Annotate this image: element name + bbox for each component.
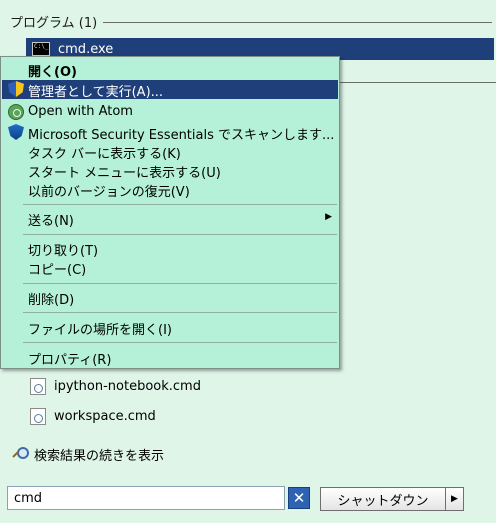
start-menu-panel: プログラム (1) cmd.exe ipython-notebook.cmd w…	[0, 0, 496, 523]
menu-item-pin-to-start-menu[interactable]: スタート メニューに表示する(U)	[2, 161, 338, 181]
file-result-ipython-notebook[interactable]: ipython-notebook.cmd	[30, 376, 201, 396]
menu-item-label: スタート メニューに表示する(U)	[28, 166, 221, 181]
menu-item-label: 送る(N)	[28, 214, 74, 229]
search-icon	[12, 446, 29, 462]
menu-item-label: 開く(O)	[28, 65, 77, 80]
cmd-file-icon	[30, 377, 46, 395]
menu-item-cut[interactable]: 切り取り(T)	[2, 239, 338, 259]
see-more-results-label: 検索結果の続きを表示	[34, 448, 165, 464]
menu-item-label: コピー(C)	[28, 263, 87, 278]
chevron-right-icon: ▶	[325, 212, 332, 222]
security-essentials-icon	[8, 124, 24, 140]
menu-item-open-file-location[interactable]: ファイルの場所を開く(I)	[2, 318, 338, 338]
section-divider	[103, 21, 492, 23]
chevron-right-icon: ▶	[451, 494, 458, 504]
menu-item-label: ファイルの場所を開く(I)	[28, 323, 172, 338]
program-result-label: cmd.exe	[58, 41, 114, 57]
programs-section-header: プログラム (1)	[10, 11, 492, 31]
menu-item-label: プロパティ(R)	[28, 353, 112, 368]
clear-search-button[interactable]: ✕	[288, 487, 310, 509]
menu-item-open-with-atom[interactable]: Open with Atom	[2, 103, 338, 122]
menu-item-label: 切り取り(T)	[28, 244, 99, 259]
menu-item-properties[interactable]: プロパティ(R)	[2, 348, 338, 368]
search-input[interactable]: cmd	[7, 486, 285, 510]
menu-item-send-to[interactable]: 送る(N) ▶	[2, 209, 338, 229]
context-menu: 開く(O) 管理者として実行(A)... Open with Atom Micr…	[0, 56, 340, 369]
menu-item-open[interactable]: 開く(O)	[2, 60, 338, 80]
shutdown-options-button[interactable]: ▶	[446, 487, 464, 511]
menu-separator	[23, 234, 337, 235]
file-result-workspace[interactable]: workspace.cmd	[30, 406, 156, 426]
see-more-results-link[interactable]: 検索結果の続きを表示	[12, 444, 164, 464]
menu-item-label: 以前のバージョンの復元(V)	[28, 185, 190, 200]
cmd-file-icon	[30, 407, 46, 425]
menu-separator	[23, 342, 337, 343]
menu-separator	[23, 204, 337, 205]
menu-item-delete[interactable]: 削除(D)	[2, 288, 338, 308]
file-result-label: workspace.cmd	[54, 408, 156, 424]
atom-icon	[8, 104, 24, 120]
cmd-icon	[32, 42, 50, 56]
menu-separator	[23, 312, 337, 313]
shutdown-button-label: シャットダウン	[337, 493, 429, 509]
programs-section-label: プログラム (1)	[10, 15, 98, 31]
menu-item-restore-previous-versions[interactable]: 以前のバージョンの復元(V)	[2, 180, 338, 200]
menu-item-label: Microsoft Security Essentials でスキャンします..…	[28, 128, 335, 143]
close-icon: ✕	[292, 489, 306, 507]
menu-separator	[23, 283, 337, 284]
menu-item-label: 管理者として実行(A)...	[28, 85, 164, 100]
menu-item-label: タスク バーに表示する(K)	[28, 147, 181, 162]
file-result-label: ipython-notebook.cmd	[54, 378, 201, 394]
menu-item-label: 削除(D)	[28, 293, 75, 308]
menu-item-pin-to-taskbar[interactable]: タスク バーに表示する(K)	[2, 142, 338, 162]
search-input-value: cmd	[14, 490, 43, 506]
section-divider-files	[340, 82, 496, 83]
shield-icon	[8, 81, 24, 97]
menu-item-copy[interactable]: コピー(C)	[2, 258, 338, 278]
shutdown-button[interactable]: シャットダウン	[320, 487, 446, 511]
menu-item-label: Open with Atom	[28, 104, 133, 119]
menu-item-run-as-admin[interactable]: 管理者として実行(A)...	[2, 80, 338, 100]
menu-item-scan-security-essentials[interactable]: Microsoft Security Essentials でスキャンします..…	[2, 123, 338, 143]
